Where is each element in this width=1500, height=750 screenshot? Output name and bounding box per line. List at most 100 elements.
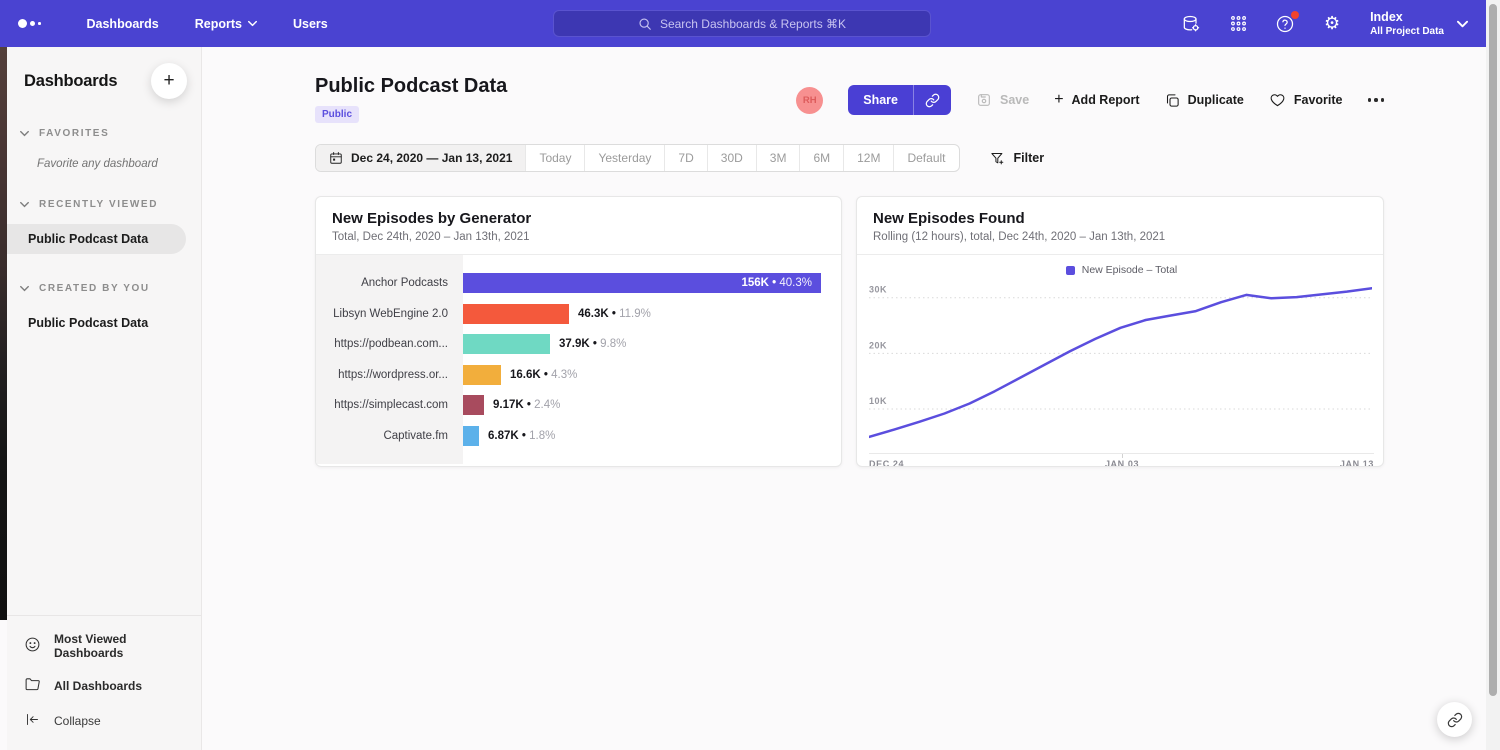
line-chart-subtitle: Rolling (12 hours), total, Dec 24th, 202… xyxy=(873,231,1367,243)
logo-dot xyxy=(18,19,27,28)
nav-item-dashboards[interactable]: Dashboards xyxy=(87,17,159,31)
bar-row: https://wordpress.or...16.6K • 4.3% xyxy=(316,360,841,391)
bar-chart-title: New Episodes by Generator xyxy=(332,210,825,227)
sidebar-title: Dashboards xyxy=(24,72,117,91)
sidebar-section-header[interactable]: CREATED BY YOU xyxy=(7,283,201,294)
bar-row: https://simplecast.com9.17K • 2.4% xyxy=(316,390,841,421)
filter-button[interactable]: Filter xyxy=(990,151,1045,166)
bar-value-label: 37.9K • 9.8% xyxy=(559,338,626,350)
share-button[interactable]: Share xyxy=(848,85,913,115)
bar-chart: Anchor Podcasts156K • 40.3% Libsyn WebEng… xyxy=(316,255,841,464)
bar-track: 9.17K • 2.4% xyxy=(463,395,841,415)
favorite-button[interactable]: Favorite xyxy=(1269,92,1343,108)
bar-row: Captivate.fm6.87K • 1.8% xyxy=(316,421,841,452)
folder-icon xyxy=(24,676,41,696)
bar-track: 156K • 40.3% xyxy=(463,273,841,293)
workspace-name: Index xyxy=(1370,10,1444,24)
preset-3m[interactable]: 3M xyxy=(756,145,800,171)
preset-default[interactable]: Default xyxy=(893,145,958,171)
preset-30d[interactable]: 30D xyxy=(707,145,756,171)
add-dashboard-button[interactable]: + xyxy=(151,63,187,99)
duplicate-button[interactable]: Duplicate xyxy=(1165,93,1244,108)
bar-category-label: Libsyn WebEngine 2.0 xyxy=(316,308,463,320)
avatar[interactable]: RH xyxy=(796,87,823,114)
search-icon xyxy=(638,17,652,31)
apps-grid-icon[interactable] xyxy=(1227,13,1249,35)
sidebar-section-label: FAVORITES xyxy=(39,128,109,139)
add-report-button[interactable]: + Add Report xyxy=(1054,91,1139,109)
bar-chart-subtitle: Total, Dec 24th, 2020 – Jan 13th, 2021 xyxy=(332,231,825,243)
sidebar-section-header[interactable]: RECENTLY VIEWED xyxy=(7,199,201,210)
sidebar-footer-label: Most Viewed Dashboards xyxy=(54,632,184,660)
x-axis-label: JAN 03 xyxy=(1105,459,1139,467)
sidebar-footer-label: Collapse xyxy=(54,714,101,728)
bar-captivate-fm[interactable] xyxy=(463,426,479,446)
copy-link-button[interactable] xyxy=(914,85,951,115)
sidebar-footer-all-dashboards[interactable]: All Dashboards xyxy=(7,668,201,704)
bar-track: 6.87K • 1.8% xyxy=(463,426,841,446)
bar-category-label: https://podbean.com... xyxy=(316,338,463,350)
background-window-edge xyxy=(0,47,7,620)
primary-nav: Dashboards Reports Users xyxy=(87,17,364,31)
bar-https-podbean-com[interactable] xyxy=(463,334,550,354)
chevron-down-icon xyxy=(20,201,29,208)
nav-item-label: Users xyxy=(293,17,328,31)
nav-item-label: Dashboards xyxy=(87,17,159,31)
help-icon[interactable] xyxy=(1274,13,1296,35)
data-line[interactable] xyxy=(869,288,1372,437)
more-options-button[interactable] xyxy=(1368,94,1385,106)
bar-libsyn-webengine-2-0[interactable] xyxy=(463,304,569,324)
line-chart-title: New Episodes Found xyxy=(873,210,1367,227)
settings-icon[interactable]: ⚙ xyxy=(1321,13,1343,35)
chevron-down-icon xyxy=(20,130,29,137)
preset-yesterday[interactable]: Yesterday xyxy=(584,145,664,171)
bar-category-label: https://simplecast.com xyxy=(316,399,463,411)
bar-value-label: 46.3K • 11.9% xyxy=(578,308,651,320)
bar-https-simplecast-com[interactable] xyxy=(463,395,484,415)
preset-6m[interactable]: 6M xyxy=(799,145,843,171)
nav-item-users[interactable]: Users xyxy=(293,17,328,31)
bar-https-wordpress-or[interactable] xyxy=(463,365,501,385)
bar-row: Libsyn WebEngine 2.0 46.3K • 11.9% xyxy=(316,299,841,330)
sidebar-section-label: RECENTLY VIEWED xyxy=(39,199,158,210)
share-button-group: Share xyxy=(848,85,951,115)
bar-category-label: Captivate.fm xyxy=(316,430,463,442)
app-logo[interactable] xyxy=(18,19,41,28)
workspace-subtitle: All Project Data xyxy=(1370,26,1444,37)
preset-12m[interactable]: 12M xyxy=(843,145,893,171)
sidebar-section-label: CREATED BY YOU xyxy=(39,283,150,294)
sidebar-footer-collapse[interactable]: Collapse xyxy=(7,704,201,738)
bar-anchor-podcasts[interactable]: 156K • 40.3% xyxy=(463,273,821,293)
date-range-button[interactable]: Dec 24, 2020 — Jan 13, 2021 xyxy=(316,145,525,171)
search-input[interactable]: Search Dashboards & Reports ⌘K xyxy=(553,10,931,37)
x-axis-tick xyxy=(1122,454,1123,458)
preset-today[interactable]: Today xyxy=(525,145,584,171)
logo-dot xyxy=(38,22,41,25)
sidebar-section-created-by-you: CREATED BY YOU Public Podcast Data xyxy=(7,283,201,338)
nav-item-reports[interactable]: Reports xyxy=(195,17,257,31)
app-window: Dashboards Reports Users Search Dashboards… xyxy=(0,0,1500,750)
bar-category-label: Anchor Podcasts xyxy=(316,277,463,289)
link-icon xyxy=(925,93,940,108)
sidebar-section-header[interactable]: FAVORITES xyxy=(7,128,201,139)
line-plot-area: 10K20K30K xyxy=(869,281,1374,453)
line-chart-svg: 10K20K30K xyxy=(869,281,1372,448)
line-chart: New Episode – Total 10K20K30K DEC 24JAN … xyxy=(857,255,1383,467)
sidebar-item-public-podcast-data[interactable]: Public Podcast Data xyxy=(7,224,186,254)
calendar-icon xyxy=(329,151,343,165)
y-axis-label: 10K xyxy=(869,396,887,406)
window-scrollbar-thumb[interactable] xyxy=(1489,4,1497,696)
window-scrollbar-track[interactable] xyxy=(1486,0,1500,750)
x-axis: DEC 24JAN 03JAN 13 xyxy=(869,453,1374,467)
preset-7d[interactable]: 7D xyxy=(664,145,706,171)
save-button[interactable]: Save xyxy=(976,92,1029,108)
sidebar-footer-most-viewed-dashboards[interactable]: Most Viewed Dashboards xyxy=(7,624,201,668)
sidebar-empty-hint: Favorite any dashboard xyxy=(7,158,201,170)
data-source-icon[interactable] xyxy=(1180,13,1202,35)
workspace-switcher[interactable]: Index All Project Data xyxy=(1370,10,1468,37)
top-navbar: Dashboards Reports Users Search Dashboards… xyxy=(0,0,1486,47)
save-icon xyxy=(976,92,992,108)
share-link-fab[interactable] xyxy=(1437,702,1472,737)
sidebar-item-public-podcast-data[interactable]: Public Podcast Data xyxy=(7,308,201,338)
page-title: Public Podcast Data xyxy=(315,75,507,98)
